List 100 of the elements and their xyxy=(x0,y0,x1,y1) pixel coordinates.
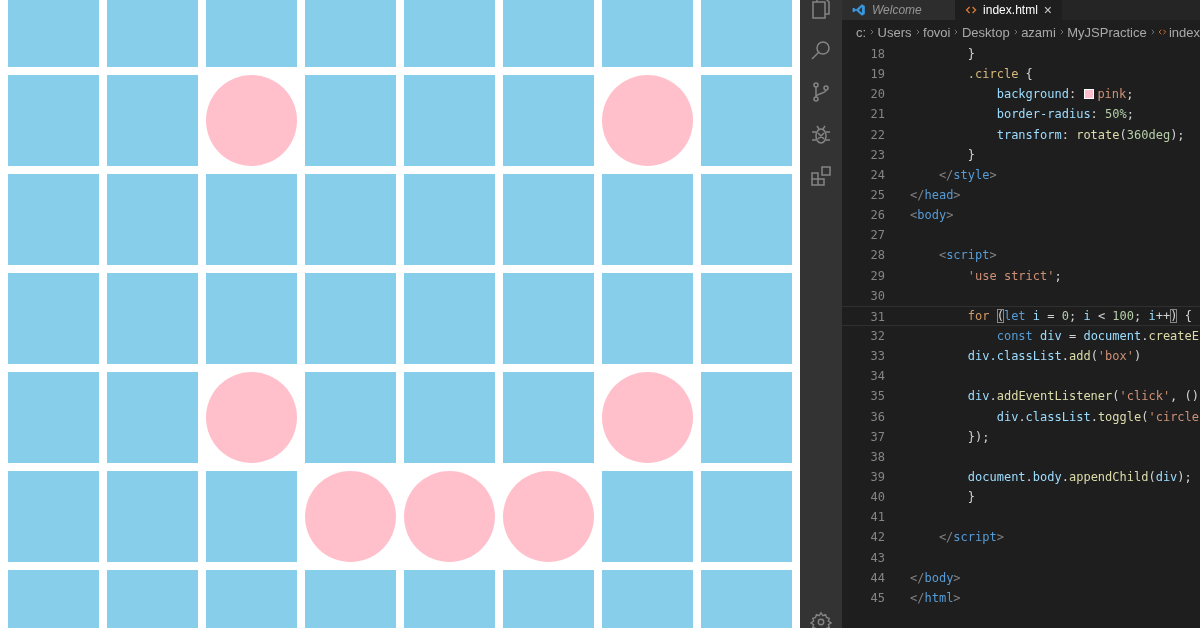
breadcrumb-item[interactable]: Users xyxy=(877,24,912,40)
editor-logo-icon xyxy=(852,3,866,17)
close-button[interactable]: × xyxy=(1043,2,1052,18)
editor-tab[interactable]: Welcome xyxy=(842,0,955,20)
square-tile[interactable] xyxy=(107,273,198,364)
code-text: div.classList.add('box') xyxy=(967,348,1142,366)
square-tile[interactable] xyxy=(404,273,495,364)
square-tile[interactable] xyxy=(206,174,297,265)
square-tile[interactable] xyxy=(503,75,594,166)
square-tile[interactable] xyxy=(206,273,297,364)
square-tile[interactable] xyxy=(503,0,594,67)
code-text: 'use strict'; xyxy=(967,267,1062,285)
code-text: </script> xyxy=(938,529,1004,547)
square-tile[interactable] xyxy=(8,174,99,265)
line-number: 34 xyxy=(869,368,885,386)
square-tile[interactable] xyxy=(8,273,99,364)
line-number: 40 xyxy=(869,489,885,507)
line-number: 38 xyxy=(869,448,885,466)
line-number: 31 xyxy=(869,308,885,325)
line-number: 32 xyxy=(869,327,885,345)
code-text: border-radius: 50%; xyxy=(996,106,1134,124)
line-number: 42 xyxy=(869,529,885,547)
code-text: background: xyxy=(996,86,1078,104)
square-tile[interactable] xyxy=(107,0,198,67)
square-tile[interactable] xyxy=(107,471,198,562)
square-tile[interactable] xyxy=(107,372,198,463)
code-text: <body> xyxy=(910,207,954,225)
square-tile[interactable] xyxy=(701,471,792,562)
breadcrumb-item[interactable]: MyJSPractice xyxy=(1067,24,1147,40)
square-tile[interactable] xyxy=(602,273,693,364)
square-tile[interactable] xyxy=(305,372,396,463)
breadcrumb-item[interactable]: azami xyxy=(1021,24,1056,40)
breadcrumb-item[interactable]: index xyxy=(1168,24,1200,40)
breadcrumb-item[interactable]: fovoi xyxy=(923,24,951,40)
line-number: 30 xyxy=(869,287,885,305)
code-text: </style> xyxy=(938,166,997,184)
square-tile[interactable] xyxy=(602,174,693,265)
line-number: 24 xyxy=(869,166,885,184)
square-tile[interactable] xyxy=(404,372,495,463)
line-number: 28 xyxy=(869,247,885,265)
line-number: 36 xyxy=(869,408,885,426)
square-tile[interactable] xyxy=(404,75,495,166)
line-number: 26 xyxy=(869,207,885,225)
code-text: div.addEventListener('click', () xyxy=(967,388,1199,406)
search-icon[interactable] xyxy=(809,38,833,62)
breadcrumb-item[interactable]: Desktop xyxy=(961,24,1010,40)
line-number: 43 xyxy=(869,549,885,567)
square-tile[interactable] xyxy=(701,174,792,265)
square-tile[interactable] xyxy=(8,471,99,562)
square-tile[interactable] xyxy=(305,0,396,67)
code-text: </body> xyxy=(910,569,961,587)
line-number: 39 xyxy=(869,468,885,486)
square-tile[interactable] xyxy=(701,372,792,463)
line-number: 41 xyxy=(869,509,885,527)
square-tile[interactable] xyxy=(107,174,198,265)
line-number: 29 xyxy=(869,267,885,285)
code-text: } xyxy=(967,489,975,507)
line-number: 45 xyxy=(869,589,885,607)
settings-icon[interactable] xyxy=(810,611,832,628)
color-swatch-icon[interactable] xyxy=(1084,89,1095,100)
square-tile[interactable] xyxy=(107,75,198,166)
square-tile[interactable] xyxy=(404,0,495,67)
line-number: 44 xyxy=(869,569,885,587)
square-tile[interactable] xyxy=(8,75,99,166)
editor-tab[interactable]: index.html × xyxy=(955,0,1062,20)
square-tile[interactable] xyxy=(305,75,396,166)
line-number: 33 xyxy=(869,348,885,366)
code-text: </head> xyxy=(910,187,961,204)
code-text: pink; xyxy=(1097,86,1134,104)
square-tile[interactable] xyxy=(305,273,396,364)
extensions-icon[interactable] xyxy=(809,164,833,188)
code-text: }); xyxy=(967,428,990,446)
square-tile[interactable] xyxy=(503,174,594,265)
square-tile[interactable] xyxy=(602,471,693,562)
square-tile[interactable] xyxy=(8,0,99,67)
square-tile[interactable] xyxy=(503,273,594,364)
line-number: 22 xyxy=(869,126,885,144)
line-number: 18 xyxy=(869,46,885,63)
square-tile[interactable] xyxy=(701,75,792,166)
code-text: const div = document.createE xyxy=(996,327,1199,345)
code-text: .circle { xyxy=(967,66,1033,84)
square-tile[interactable] xyxy=(602,0,693,67)
files-icon[interactable] xyxy=(809,0,833,20)
line-number: 21 xyxy=(869,106,885,124)
square-tile[interactable] xyxy=(701,0,792,67)
square-tile[interactable] xyxy=(206,471,297,562)
square-tile[interactable] xyxy=(305,174,396,265)
square-tile[interactable] xyxy=(404,174,495,265)
line-number: 35 xyxy=(869,388,885,406)
square-tile[interactable] xyxy=(701,273,792,364)
line-number: 27 xyxy=(869,227,885,245)
square-tile[interactable] xyxy=(8,372,99,463)
square-tile[interactable] xyxy=(206,0,297,67)
line-number: 23 xyxy=(869,146,885,164)
line-number: 25 xyxy=(869,187,885,204)
line-number: 20 xyxy=(869,86,885,104)
code-text: </html> xyxy=(910,589,961,607)
code-text: } xyxy=(967,46,975,63)
breadcrumb-item[interactable]: c: xyxy=(856,24,867,40)
square-tile[interactable] xyxy=(503,372,594,463)
